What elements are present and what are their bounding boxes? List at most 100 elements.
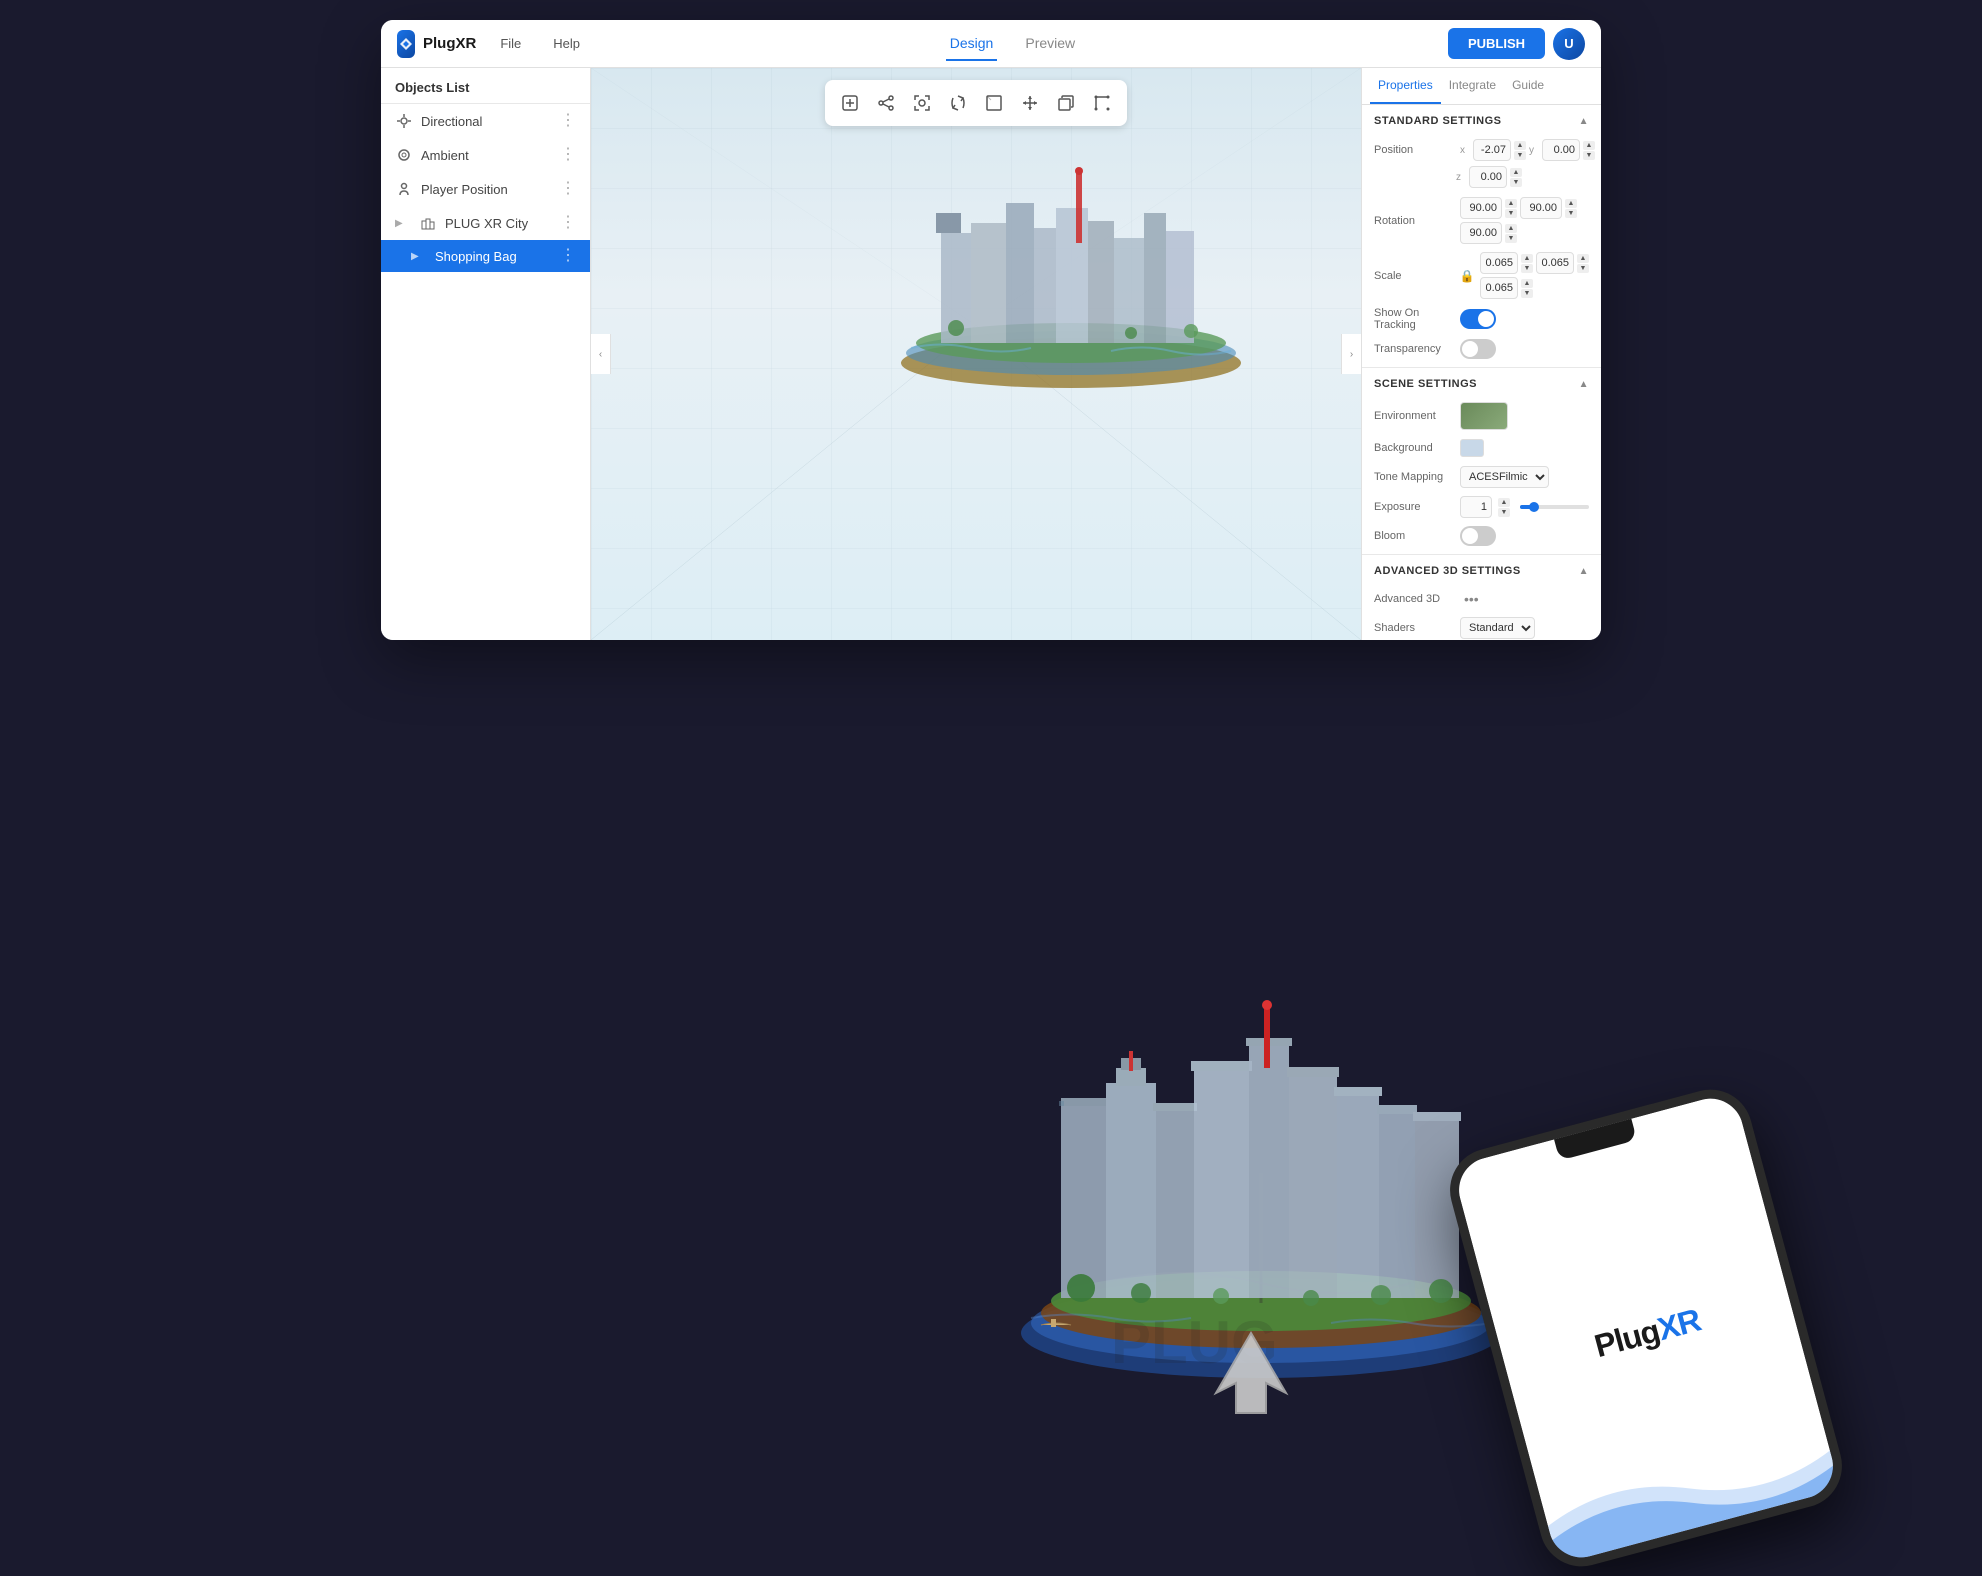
pos-x-down[interactable]: ▼ <box>1514 151 1526 160</box>
scale-y-stepper[interactable]: ▲ ▼ <box>1577 254 1589 273</box>
transparency-toggle[interactable] <box>1460 339 1496 359</box>
exposure-input[interactable] <box>1460 496 1492 518</box>
pos-z-down[interactable]: ▼ <box>1510 178 1522 187</box>
app-window: PlugXR File Help Design Preview PUBLISH … <box>381 20 1601 640</box>
sidebar-item-ambient[interactable]: Ambient ⋮ <box>381 138 590 172</box>
show-tracking-toggle[interactable] <box>1460 309 1496 329</box>
scale-x-input[interactable] <box>1480 252 1518 274</box>
pos-x-up[interactable]: ▲ <box>1514 141 1526 150</box>
vp-move-button[interactable] <box>1013 86 1047 120</box>
viewport[interactable]: ‹ › <box>591 68 1361 640</box>
pos-y-down[interactable]: ▼ <box>1583 151 1595 160</box>
phone-mockup: PlugXR <box>1441 1080 1852 1576</box>
exp-up[interactable]: ▲ <box>1498 498 1510 507</box>
scale-x-up[interactable]: ▲ <box>1521 254 1533 263</box>
scale-y-down[interactable]: ▼ <box>1577 264 1589 273</box>
rot-z-up[interactable]: ▲ <box>1505 224 1517 233</box>
rot-y-up[interactable]: ▲ <box>1565 199 1577 208</box>
exposure-stepper[interactable]: ▲ ▼ <box>1498 498 1510 517</box>
exposure-row: Exposure ▲ ▼ <box>1362 492 1601 522</box>
scale-x-down[interactable]: ▼ <box>1521 264 1533 273</box>
rotation-z-input[interactable] <box>1460 222 1502 244</box>
vp-rotate-button[interactable] <box>941 86 975 120</box>
logo-text: PlugXR <box>423 35 476 52</box>
transparency-row: Transparency <box>1362 335 1601 363</box>
advanced-3d-more[interactable]: ••• <box>1460 589 1483 609</box>
rot-y-down[interactable]: ▼ <box>1565 209 1577 218</box>
collapse-left-button[interactable]: ‹ <box>591 334 611 374</box>
pos-y-up[interactable]: ▲ <box>1583 141 1595 150</box>
background-label: Background <box>1374 442 1454 454</box>
bloom-toggle[interactable] <box>1460 526 1496 546</box>
rotation-x-input[interactable] <box>1460 197 1502 219</box>
exposure-slider-track[interactable] <box>1520 505 1589 509</box>
sidebar-item-shopping-bag[interactable]: ▶ Shopping Bag ⋮ <box>381 240 590 272</box>
standard-chevron: ▲ <box>1579 116 1589 127</box>
vp-share-button[interactable] <box>869 86 903 120</box>
position-z-input[interactable] <box>1469 166 1507 188</box>
expand-arrow-city[interactable]: ▶ <box>395 218 411 229</box>
panel-tabs: Properties Integrate Guide <box>1362 68 1601 105</box>
rotation-z-stepper[interactable]: ▲ ▼ <box>1505 224 1517 243</box>
scale-x-stepper[interactable]: ▲ ▼ <box>1521 254 1533 273</box>
tone-mapping-label: Tone Mapping <box>1374 471 1454 483</box>
rotation-x-stepper[interactable]: ▲ ▼ <box>1505 199 1517 218</box>
rot-z-down[interactable]: ▼ <box>1505 234 1517 243</box>
menu-file[interactable]: File <box>492 32 529 55</box>
background-swatch[interactable] <box>1460 439 1484 457</box>
vp-add-button[interactable] <box>833 86 867 120</box>
environment-thumbnail[interactable] <box>1460 402 1508 430</box>
publish-button[interactable]: PUBLISH <box>1448 28 1545 59</box>
rot-x-up[interactable]: ▲ <box>1505 199 1517 208</box>
scale-z-stepper[interactable]: ▲ ▼ <box>1521 279 1533 298</box>
shopping-bag-more[interactable]: ⋮ <box>560 248 576 264</box>
standard-settings-section: STANDARD SETTINGS ▲ Position x ▲ ▼ <box>1362 105 1601 368</box>
pos-z-up[interactable]: ▲ <box>1510 168 1522 177</box>
tab-guide[interactable]: Guide <box>1504 68 1552 104</box>
scale-y-input[interactable] <box>1536 252 1574 274</box>
standard-settings-header[interactable]: STANDARD SETTINGS ▲ <box>1362 105 1601 135</box>
sidebar-item-player-position[interactable]: Player Position ⋮ <box>381 172 590 206</box>
ambient-more[interactable]: ⋮ <box>560 147 576 163</box>
vp-duplicate-button[interactable] <box>1049 86 1083 120</box>
position-y-stepper[interactable]: ▲ ▼ <box>1583 141 1595 160</box>
tab-preview[interactable]: Preview <box>1021 27 1079 61</box>
sidebar-item-plug-xr-city[interactable]: ▶ PLUG XR City ⋮ <box>381 206 590 240</box>
rotation-y-stepper[interactable]: ▲ ▼ <box>1565 199 1577 218</box>
rotation-y-input[interactable] <box>1520 197 1562 219</box>
tone-mapping-row: Tone Mapping ACESFilmic Linear Reinhard … <box>1362 462 1601 492</box>
tab-design[interactable]: Design <box>946 27 998 61</box>
scale-lock-icon[interactable]: 🔒 <box>1460 269 1474 283</box>
city-label: PLUG XR City <box>445 216 552 231</box>
collapse-right-button[interactable]: › <box>1341 334 1361 374</box>
exp-down[interactable]: ▼ <box>1498 508 1510 517</box>
tone-mapping-select[interactable]: ACESFilmic Linear Reinhard Cineon <box>1460 466 1549 488</box>
vp-fullscreen-button[interactable] <box>977 86 1011 120</box>
position-z-stepper[interactable]: ▲ ▼ <box>1510 168 1522 187</box>
tab-properties[interactable]: Properties <box>1370 68 1441 104</box>
scale-z-down[interactable]: ▼ <box>1521 289 1533 298</box>
position-y-input[interactable] <box>1542 139 1580 161</box>
position-x-stepper[interactable]: ▲ ▼ <box>1514 141 1526 160</box>
logo-icon <box>397 30 415 58</box>
expand-arrow-bag[interactable]: ▶ <box>411 251 427 262</box>
scene-settings-header[interactable]: SCENE SETTINGS ▲ <box>1362 368 1601 398</box>
scale-z-input[interactable] <box>1480 277 1518 299</box>
position-x-input[interactable] <box>1473 139 1511 161</box>
directional-more[interactable]: ⋮ <box>560 113 576 129</box>
avatar[interactable]: U <box>1553 28 1585 60</box>
sidebar-item-directional[interactable]: Directional ⋮ <box>381 104 590 138</box>
vp-focus-button[interactable] <box>905 86 939 120</box>
city-more[interactable]: ⋮ <box>560 215 576 231</box>
tab-integrate[interactable]: Integrate <box>1441 68 1504 104</box>
shaders-select[interactable]: Standard Unlit PBR <box>1460 617 1535 639</box>
scale-z-up[interactable]: ▲ <box>1521 279 1533 288</box>
pos-z-label: z <box>1456 172 1466 183</box>
rot-x-down[interactable]: ▼ <box>1505 209 1517 218</box>
advanced-settings-section: ADVANCED 3D SETTINGS ▲ Advanced 3D ••• S… <box>1362 555 1601 640</box>
player-more[interactable]: ⋮ <box>560 181 576 197</box>
advanced-settings-header[interactable]: ADVANCED 3D SETTINGS ▲ <box>1362 555 1601 585</box>
arrow-cursor <box>1201 1323 1301 1423</box>
vp-corner-button[interactable] <box>1085 86 1119 120</box>
scale-y-up[interactable]: ▲ <box>1577 254 1589 263</box>
